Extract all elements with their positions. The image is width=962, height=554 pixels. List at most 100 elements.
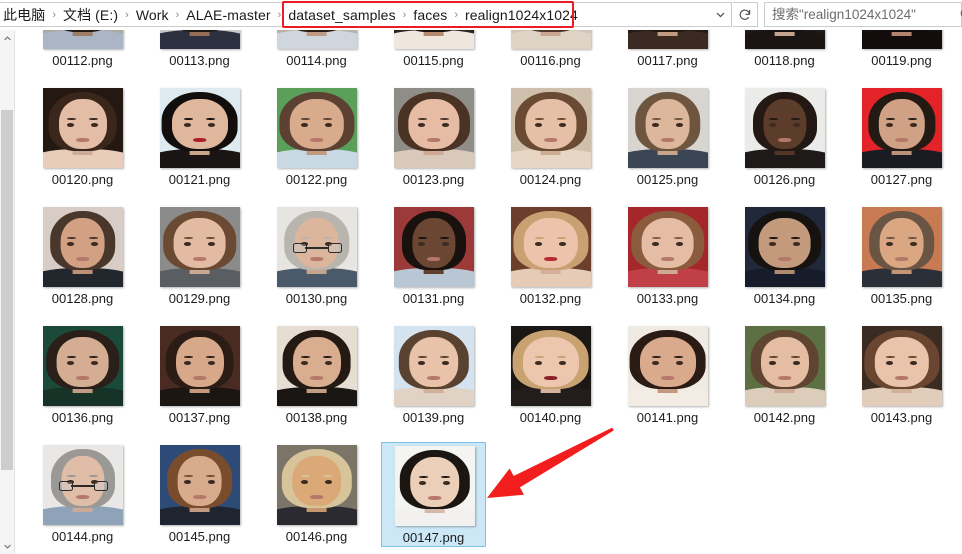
- file-tile[interactable]: 00136.png: [30, 323, 135, 426]
- file-tile[interactable]: 00120.png: [30, 85, 135, 188]
- file-thumbnail[interactable]: [147, 30, 252, 49]
- breadcrumb-item-4[interactable]: dataset_samples: [284, 5, 399, 25]
- file-thumbnail[interactable]: [264, 442, 369, 525]
- file-tile[interactable]: 00125.png: [615, 85, 720, 188]
- file-thumbnail[interactable]: [615, 323, 720, 406]
- file-tile[interactable]: 00113.png: [147, 30, 252, 69]
- file-thumbnail[interactable]: [849, 323, 954, 406]
- file-thumbnail[interactable]: [732, 323, 837, 406]
- thumbnail-face: [159, 30, 240, 49]
- file-tile[interactable]: 00124.png: [498, 85, 603, 188]
- image-preview: [861, 207, 942, 287]
- file-thumbnail[interactable]: [264, 30, 369, 49]
- file-thumbnail[interactable]: [381, 204, 486, 287]
- file-tile[interactable]: 00126.png: [732, 85, 837, 188]
- refresh-icon[interactable]: [733, 2, 758, 27]
- file-tile[interactable]: 00129.png: [147, 204, 252, 307]
- file-thumbnail[interactable]: [30, 30, 135, 49]
- file-tile[interactable]: 00123.png: [381, 85, 486, 188]
- file-tile[interactable]: 00118.png: [732, 30, 837, 69]
- file-thumbnail[interactable]: [30, 323, 135, 406]
- file-thumbnail[interactable]: [147, 204, 252, 287]
- breadcrumb[interactable]: 此电脑 › 文档 (E:) › Work › ALAE-master › dataset_sam…: [0, 3, 709, 26]
- file-thumbnail[interactable]: [30, 442, 135, 525]
- file-thumbnail[interactable]: [615, 204, 720, 287]
- file-tile[interactable]: 00140.png: [498, 323, 603, 426]
- file-thumbnail[interactable]: [264, 85, 369, 168]
- file-thumbnail[interactable]: [264, 204, 369, 287]
- file-tile[interactable]: 00117.png: [615, 30, 720, 69]
- breadcrumb-item-0[interactable]: 此电脑: [0, 5, 49, 25]
- file-grid[interactable]: 00112.png 00113.png 00114.png 00115.png …: [16, 30, 962, 554]
- file-thumbnail[interactable]: [498, 204, 603, 287]
- file-thumbnail[interactable]: [732, 30, 837, 49]
- file-thumbnail[interactable]: [849, 204, 954, 287]
- file-tile[interactable]: 00119.png: [849, 30, 954, 69]
- file-tile[interactable]: 00112.png: [30, 30, 135, 69]
- file-thumbnail[interactable]: [498, 30, 603, 49]
- breadcrumb-item-5[interactable]: faces: [409, 5, 451, 25]
- file-tile[interactable]: 00127.png: [849, 85, 954, 188]
- file-thumbnail[interactable]: [147, 85, 252, 168]
- file-thumbnail[interactable]: [498, 323, 603, 406]
- file-thumbnail[interactable]: [147, 442, 252, 525]
- file-tile[interactable]: 00145.png: [147, 442, 252, 545]
- file-tile[interactable]: 00122.png: [264, 85, 369, 188]
- file-thumbnail[interactable]: [615, 85, 720, 168]
- file-tile[interactable]: 00143.png: [849, 323, 954, 426]
- file-name-label: 00113.png: [169, 53, 230, 68]
- file-thumbnail[interactable]: [30, 204, 135, 287]
- scrollbar-thumb[interactable]: [1, 110, 13, 470]
- file-tile[interactable]: 00128.png: [30, 204, 135, 307]
- breadcrumb-bar[interactable]: 此电脑 › 文档 (E:) › Work › ALAE-master › dataset_sam…: [0, 2, 732, 27]
- file-thumbnail[interactable]: [732, 85, 837, 168]
- thumbnail-face: [276, 445, 357, 525]
- file-tile[interactable]: 00144.png: [30, 442, 135, 545]
- file-thumbnail[interactable]: [615, 30, 720, 49]
- navigation-pane-scrollbar[interactable]: [0, 30, 15, 554]
- file-name-label: 00115.png: [403, 53, 464, 68]
- breadcrumb-item-3[interactable]: ALAE-master: [182, 5, 274, 25]
- file-thumbnail[interactable]: [849, 85, 954, 168]
- breadcrumb-item-1[interactable]: 文档 (E:): [59, 5, 122, 25]
- search-box[interactable]: [764, 2, 962, 27]
- file-thumbnail[interactable]: [264, 323, 369, 406]
- file-name-label: 00117.png: [637, 53, 698, 68]
- file-thumbnail[interactable]: [498, 85, 603, 168]
- file-tile[interactable]: 00138.png: [264, 323, 369, 426]
- file-tile[interactable]: 00130.png: [264, 204, 369, 307]
- file-tile-selected[interactable]: 00147.png: [381, 442, 486, 547]
- scroll-up-icon[interactable]: [2, 32, 13, 44]
- breadcrumb-item-2[interactable]: Work: [132, 5, 173, 25]
- file-thumbnail[interactable]: [381, 85, 486, 168]
- file-thumbnail[interactable]: [381, 323, 486, 406]
- file-tile[interactable]: 00137.png: [147, 323, 252, 426]
- chevron-down-icon[interactable]: [709, 3, 731, 26]
- image-preview: [394, 446, 475, 526]
- scroll-down-icon[interactable]: [2, 540, 13, 552]
- file-tile[interactable]: 00132.png: [498, 204, 603, 307]
- file-tile[interactable]: 00121.png: [147, 85, 252, 188]
- file-tile[interactable]: 00116.png: [498, 30, 603, 69]
- file-tile[interactable]: 00139.png: [381, 323, 486, 426]
- file-tile[interactable]: 00141.png: [615, 323, 720, 426]
- file-thumbnail[interactable]: [147, 323, 252, 406]
- file-thumbnail[interactable]: [381, 30, 486, 49]
- file-tile[interactable]: 00114.png: [264, 30, 369, 69]
- file-tile[interactable]: 00115.png: [381, 30, 486, 69]
- file-thumbnail[interactable]: [30, 85, 135, 168]
- image-preview: [861, 88, 942, 168]
- file-tile[interactable]: 00142.png: [732, 323, 837, 426]
- file-thumbnail[interactable]: [382, 443, 487, 526]
- file-thumbnail[interactable]: [732, 204, 837, 287]
- image-preview: [861, 30, 942, 49]
- file-tile[interactable]: 00133.png: [615, 204, 720, 307]
- search-input[interactable]: [765, 4, 953, 25]
- file-tile[interactable]: 00135.png: [849, 204, 954, 307]
- search-icon[interactable]: [953, 3, 962, 26]
- file-tile[interactable]: 00134.png: [732, 204, 837, 307]
- file-tile[interactable]: 00146.png: [264, 442, 369, 545]
- file-thumbnail[interactable]: [849, 30, 954, 49]
- file-tile[interactable]: 00131.png: [381, 204, 486, 307]
- breadcrumb-item-6[interactable]: realign1024x1024: [461, 5, 582, 25]
